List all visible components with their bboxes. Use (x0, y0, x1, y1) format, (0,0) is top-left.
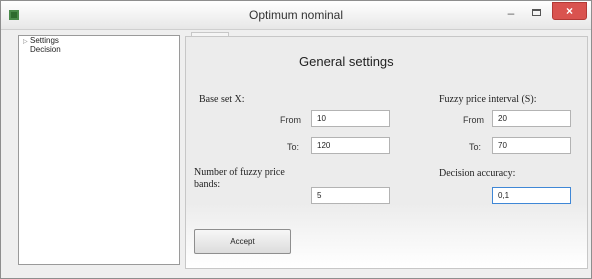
accept-button[interactable]: Accept (194, 229, 291, 254)
fuzzy-from-input[interactable]: 20 (492, 110, 571, 127)
base-set-from-input[interactable]: 10 (311, 110, 390, 127)
maximize-button[interactable] (527, 6, 547, 22)
navigation-tree: ▷ Settings Decision (18, 35, 180, 265)
tree-expander-icon[interactable]: ▷ (23, 38, 28, 45)
fuzzy-interval-label: Fuzzy price interval (S): (439, 94, 537, 105)
tree-item-settings[interactable]: Settings (30, 36, 59, 45)
title-bar: Optimum nominal – × (1, 1, 591, 30)
bands-input[interactable]: 5 (311, 187, 390, 204)
fuzzy-to-input[interactable]: 70 (492, 137, 571, 154)
fuzzy-from-label: From (463, 115, 484, 125)
bands-label-line1: Number of fuzzy price (194, 167, 285, 178)
base-set-to-label: To: (287, 142, 300, 152)
page-title: General settings (299, 54, 394, 69)
accuracy-input[interactable]: 0,1 (492, 187, 571, 204)
base-set-label: Base set X: (199, 94, 245, 105)
maximize-icon (532, 9, 541, 16)
fuzzy-to-label: To: (469, 142, 482, 152)
bands-label-line2: bands: (194, 179, 221, 190)
minimize-button[interactable]: – (501, 6, 521, 22)
close-button[interactable]: × (552, 2, 587, 20)
base-set-to-input[interactable]: 120 (311, 137, 390, 154)
tree-item-decision[interactable]: Decision (30, 45, 61, 54)
base-set-from-label: From (280, 115, 301, 125)
accuracy-label: Decision accuracy: (439, 168, 516, 179)
app-window: Optimum nominal – × ▷ Settings Decision … (0, 0, 592, 279)
